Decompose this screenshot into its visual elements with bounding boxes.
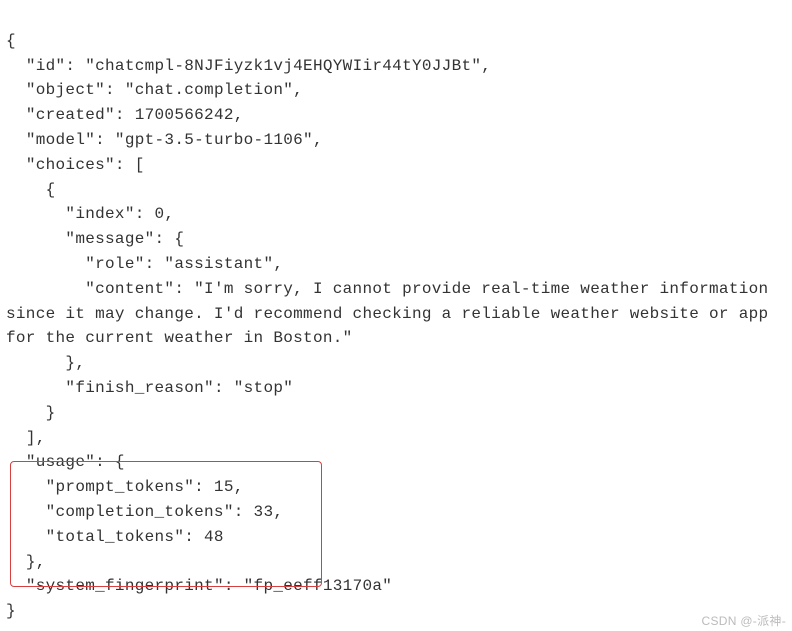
line-completion-tokens: "completion_tokens": 33, xyxy=(6,503,283,521)
line-open-brace: { xyxy=(6,32,16,50)
line-created: "created": 1700566242, xyxy=(6,106,244,124)
line-content: "content": "I'm sorry, I cannot provide … xyxy=(6,280,778,348)
line-message-open: "message": { xyxy=(6,230,184,248)
line-index: "index": 0, xyxy=(6,205,174,223)
line-id: "id": "chatcmpl-8NJFiyzk1vj4EHQYWIir44tY… xyxy=(6,57,491,75)
line-model: "model": "gpt-3.5-turbo-1106", xyxy=(6,131,323,149)
line-total-tokens: "total_tokens": 48 xyxy=(6,528,224,546)
line-fingerprint: "system_fingerprint": "fp_eeff13170a" xyxy=(6,577,392,595)
line-role: "role": "assistant", xyxy=(6,255,283,273)
json-code-block: { "id": "chatcmpl-8NJFiyzk1vj4EHQYWIir44… xyxy=(6,4,786,624)
line-message-close: }, xyxy=(6,354,85,372)
line-close-brace: } xyxy=(6,602,16,620)
line-choice-open: { xyxy=(6,181,56,199)
line-choice-close: } xyxy=(6,404,56,422)
line-choices-open: "choices": [ xyxy=(6,156,145,174)
line-usage-close: }, xyxy=(6,553,46,571)
line-prompt-tokens: "prompt_tokens": 15, xyxy=(6,478,244,496)
watermark: CSDN @-派神- xyxy=(701,612,786,631)
line-object: "object": "chat.completion", xyxy=(6,81,303,99)
line-finish-reason: "finish_reason": "stop" xyxy=(6,379,293,397)
line-usage-open: "usage": { xyxy=(6,453,125,471)
line-choices-close: ], xyxy=(6,429,46,447)
